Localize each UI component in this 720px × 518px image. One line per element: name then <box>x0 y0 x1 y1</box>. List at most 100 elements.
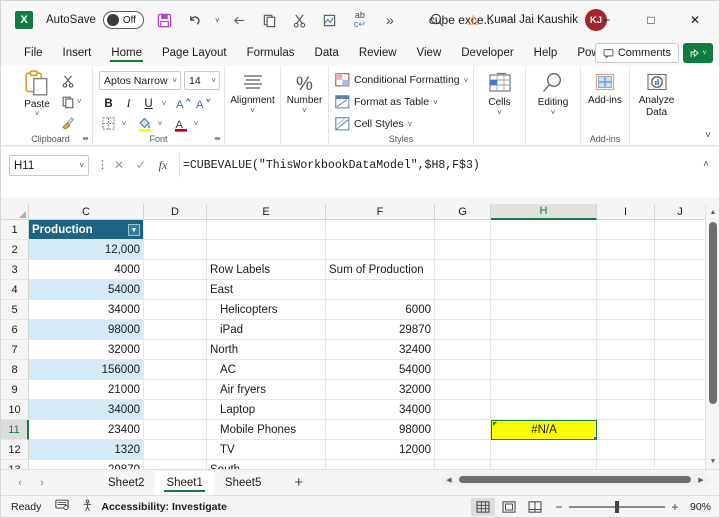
copy-icon[interactable] <box>257 7 283 33</box>
copy-dropdown-icon[interactable]: ˅ <box>77 97 82 106</box>
cell-J2[interactable] <box>655 240 706 260</box>
accessibility-icon[interactable] <box>81 499 94 515</box>
cell-F13[interactable] <box>326 460 435 469</box>
chevron-down-icon[interactable]: ˅ <box>79 161 84 170</box>
tab-data[interactable]: Data <box>306 43 348 63</box>
column-header-h[interactable]: H <box>491 204 597 220</box>
cell-C13[interactable]: 29870 <box>29 460 144 469</box>
cell-D11[interactable] <box>144 420 207 440</box>
accessibility-status[interactable]: Accessibility: Investigate <box>101 501 226 513</box>
undo-icon[interactable] <box>182 7 208 33</box>
italic-button[interactable]: I <box>119 94 138 113</box>
undo-dropdown-icon[interactable]: ˅ <box>212 7 223 33</box>
row-header-5[interactable]: 5 <box>1 300 29 320</box>
cell-I5[interactable] <box>597 300 655 320</box>
ribbon-collapse-button[interactable]: ˅ <box>705 130 711 141</box>
cut-command[interactable] <box>61 70 91 91</box>
cell-G7[interactable] <box>435 340 491 360</box>
cell-G9[interactable] <box>435 380 491 400</box>
column-header-j[interactable]: J <box>655 204 706 220</box>
sheet-tab-sheet2[interactable]: Sheet2 <box>97 471 155 495</box>
horizontal-scrollbar[interactable]: ◀ ▶ <box>441 473 709 486</box>
fill-color-dropdown-icon[interactable]: ˅ <box>155 114 165 133</box>
editing-button[interactable]: Editing ˅ <box>526 72 580 117</box>
page-break-view-button[interactable] <box>523 498 547 516</box>
cell-C2[interactable]: 12,000 <box>29 240 144 260</box>
paste-special-icon[interactable] <box>317 7 343 33</box>
cell-H6[interactable] <box>491 320 597 340</box>
cell-C5[interactable]: 34000 <box>29 300 144 320</box>
pivot-label-helicopters[interactable]: Helicopters <box>207 300 326 320</box>
tab-insert[interactable]: Insert <box>54 43 101 63</box>
row-header-7[interactable]: 7 <box>1 340 29 360</box>
cell-C9[interactable]: 21000 <box>29 380 144 400</box>
row-header-8[interactable]: 8 <box>1 360 29 380</box>
name-box[interactable]: H11 ˅ <box>9 155 89 176</box>
pivot-label-east[interactable]: East <box>207 280 326 300</box>
cell-D8[interactable] <box>144 360 207 380</box>
cell-F3-sum-header[interactable]: Sum of Production <box>326 260 435 280</box>
underline-button[interactable]: U <box>139 94 158 113</box>
cell-J6[interactable] <box>655 320 706 340</box>
cell-G13[interactable] <box>435 460 491 469</box>
cell-I12[interactable] <box>597 440 655 460</box>
pivot-value-north[interactable]: 32400 <box>326 340 435 360</box>
cell-I7[interactable] <box>597 340 655 360</box>
column-header-e[interactable]: E <box>207 204 326 220</box>
cell-C12[interactable]: 1320 <box>29 440 144 460</box>
cell-D4[interactable] <box>144 280 207 300</box>
cell-I3[interactable] <box>597 260 655 280</box>
format-painter-command[interactable] <box>61 112 91 133</box>
cell-E3-row-labels-header[interactable]: Row Labels <box>207 260 326 280</box>
underline-dropdown-icon[interactable]: ˅ <box>159 94 169 113</box>
expand-formula-bar-icon[interactable]: ˄ <box>703 159 709 170</box>
active-cell-H11[interactable]: #N/A <box>491 420 597 440</box>
cell-J4[interactable] <box>655 280 706 300</box>
select-all-corner[interactable] <box>1 204 29 220</box>
ribbon-group-cells[interactable]: Cells ˅ <box>474 66 526 146</box>
copy-command[interactable]: ˅ <box>61 91 91 112</box>
cell-G5[interactable] <box>435 300 491 320</box>
cell-D3[interactable] <box>144 260 207 280</box>
pivot-value-laptop[interactable]: 34000 <box>326 400 435 420</box>
cell-D7[interactable] <box>144 340 207 360</box>
pivot-value-mobile-phones[interactable]: 98000 <box>326 420 435 440</box>
formula-input[interactable]: =CUBEVALUE("ThisWorkbookDataModel",$H8,F… <box>179 153 697 177</box>
pivot-label-tv[interactable]: TV <box>207 440 326 460</box>
pivot-value-helicopters[interactable]: 6000 <box>326 300 435 320</box>
pivot-label-ac[interactable]: AC <box>207 360 326 380</box>
chevron-down-icon[interactable]: ˅ <box>408 120 413 129</box>
analyze-data-button[interactable]: Analyze Data <box>630 72 683 118</box>
cell-J8[interactable] <box>655 360 706 380</box>
cells-button[interactable]: Cells ˅ <box>474 72 525 117</box>
add-sheet-button[interactable]: + <box>294 474 303 491</box>
column-header-d[interactable]: D <box>144 204 207 220</box>
cell-H12[interactable] <box>491 440 597 460</box>
pivot-value-tv[interactable]: 12000 <box>326 440 435 460</box>
cell-G10[interactable] <box>435 400 491 420</box>
cell-D10[interactable] <box>144 400 207 420</box>
cell-I4[interactable] <box>597 280 655 300</box>
cell-I8[interactable] <box>597 360 655 380</box>
row-header-12[interactable]: 12 <box>1 440 29 460</box>
decrease-font-size-button[interactable]: A <box>194 94 213 113</box>
cell-G11[interactable] <box>435 420 491 440</box>
filter-dropdown-icon[interactable]: ▼ <box>128 224 140 236</box>
row-header-2[interactable]: 2 <box>1 240 29 260</box>
chevron-down-icon[interactable]: ˅ <box>250 107 255 115</box>
cut-icon[interactable] <box>287 7 313 33</box>
previous-sheet-button[interactable]: ‹ <box>9 472 31 494</box>
clipboard-dialog-launcher[interactable]: ⬌ <box>82 134 89 143</box>
cell-G4[interactable] <box>435 280 491 300</box>
cell-H1[interactable] <box>491 220 597 240</box>
cell-J13[interactable] <box>655 460 706 469</box>
sheet-tab-sheet1[interactable]: Sheet1 <box>155 470 214 495</box>
cell-I13[interactable] <box>597 460 655 469</box>
cell-I9[interactable] <box>597 380 655 400</box>
tab-view[interactable]: View <box>408 43 451 63</box>
cancel-entry-icon[interactable]: ✕ <box>111 157 127 173</box>
scroll-up-arrow[interactable]: ▲ <box>706 205 719 219</box>
save-icon[interactable] <box>152 7 178 33</box>
cell-J7[interactable] <box>655 340 706 360</box>
close-button[interactable]: ✕ <box>673 1 717 39</box>
